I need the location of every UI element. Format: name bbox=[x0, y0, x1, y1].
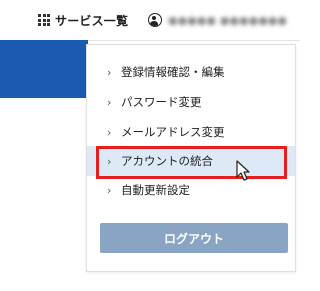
chevron-right-icon: › bbox=[107, 95, 112, 109]
services-label: サービス一覧 bbox=[55, 13, 129, 28]
menu-item-label: アカウントの統合 bbox=[121, 154, 213, 168]
top-header: サービス一覧 ●●●●● ●●●●●●● bbox=[0, 0, 300, 41]
blue-banner bbox=[0, 40, 88, 98]
chevron-right-icon: › bbox=[107, 154, 112, 168]
menu-item-change-email[interactable]: › メールアドレス変更 bbox=[87, 117, 295, 147]
menu-item-label: メールアドレス変更 bbox=[121, 125, 225, 139]
menu-item-label: パスワード変更 bbox=[121, 95, 202, 109]
logout-button[interactable]: ログアウト bbox=[100, 223, 288, 253]
menu-item-label: 自動更新設定 bbox=[121, 183, 190, 197]
account-dropdown-menu: › 登録情報確認・編集 › パスワード変更 › メールアドレス変更 › アカウン… bbox=[86, 44, 296, 272]
user-name: ●●●●● ●●●●●●● bbox=[168, 13, 288, 27]
menu-item-label: 登録情報確認・編集 bbox=[121, 65, 225, 79]
services-menu-button[interactable]: サービス一覧 bbox=[38, 0, 128, 40]
menu-item-registration-info[interactable]: › 登録情報確認・編集 bbox=[87, 57, 295, 87]
menu-item-account-merge[interactable]: › アカウントの統合 bbox=[87, 146, 295, 176]
chevron-right-icon: › bbox=[107, 65, 112, 79]
user-account-button[interactable]: ●●●●● ●●●●●●● bbox=[148, 0, 300, 40]
grid-icon bbox=[38, 14, 50, 26]
user-icon bbox=[148, 13, 162, 27]
menu-item-change-password[interactable]: › パスワード変更 bbox=[87, 87, 295, 117]
menu-item-auto-renewal[interactable]: › 自動更新設定 bbox=[87, 175, 295, 205]
chevron-right-icon: › bbox=[107, 183, 112, 197]
chevron-right-icon: › bbox=[107, 125, 112, 139]
